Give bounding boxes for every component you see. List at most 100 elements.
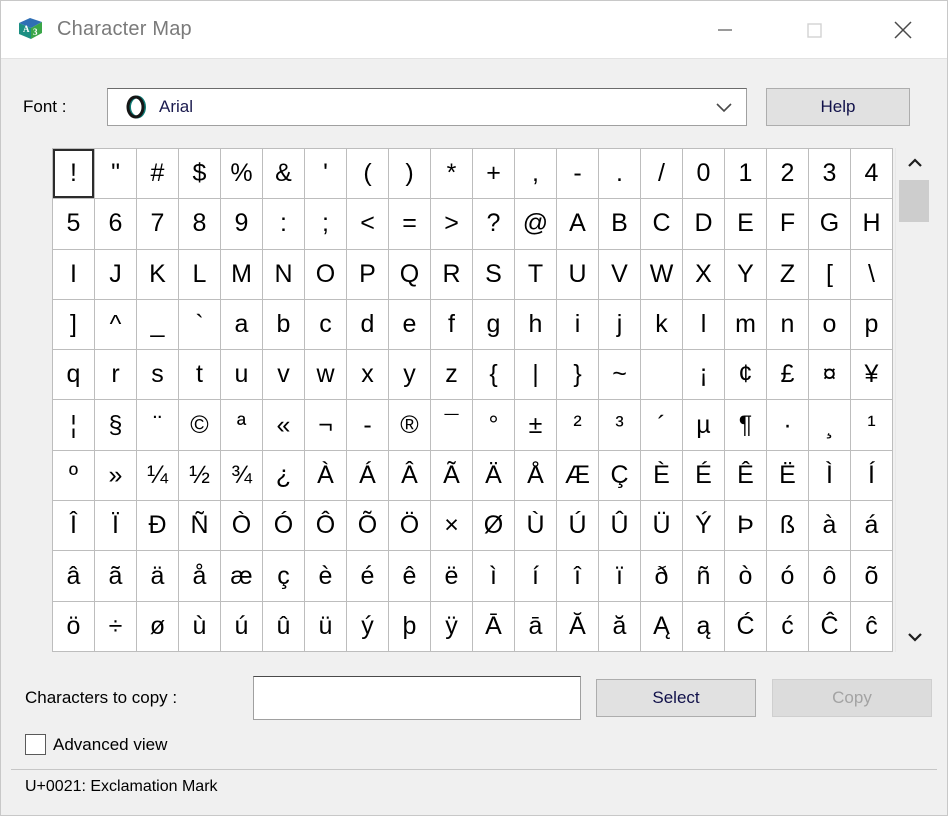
character-cell[interactable]: ç (262, 550, 305, 602)
chevron-down-icon[interactable] (702, 89, 746, 125)
character-cell[interactable]: Å (514, 449, 557, 502)
character-cell[interactable]: í (514, 550, 557, 602)
character-cell[interactable]: > (430, 198, 473, 250)
character-cell[interactable]: N (262, 248, 305, 300)
character-cell[interactable]: : (262, 198, 305, 250)
character-cell[interactable]: < (346, 198, 389, 250)
character-cell[interactable]: J (94, 248, 137, 300)
character-cell[interactable]: - (556, 147, 599, 200)
character-cell[interactable]: ÷ (94, 600, 137, 653)
help-button[interactable]: Help (766, 88, 910, 126)
character-cell[interactable] (640, 349, 683, 401)
character-cell[interactable]: i (556, 298, 599, 351)
character-cell[interactable]: ; (304, 198, 347, 250)
character-cell[interactable]: E (724, 198, 767, 250)
character-cell[interactable]: ) (388, 147, 431, 200)
close-button[interactable] (858, 1, 947, 58)
character-cell[interactable]: ü (304, 600, 347, 653)
character-cell[interactable]: « (262, 399, 305, 451)
character-cell[interactable]: { (472, 349, 515, 401)
character-cell[interactable]: 6 (94, 198, 137, 250)
character-cell[interactable]: õ (850, 550, 893, 602)
character-cell[interactable]: A (556, 198, 599, 250)
character-cell[interactable]: Ø (472, 500, 515, 552)
character-cell[interactable]: \ (850, 248, 893, 300)
character-cell[interactable]: Ö (388, 500, 431, 552)
character-cell[interactable]: Ć (724, 600, 767, 653)
character-cell[interactable]: j (598, 298, 641, 351)
character-cell[interactable]: 5 (52, 198, 95, 250)
character-cell[interactable]: Ā (472, 600, 515, 653)
character-cell[interactable]: X (682, 248, 725, 300)
character-cell[interactable]: c (304, 298, 347, 351)
character-cell[interactable]: Ã (430, 449, 473, 502)
character-cell[interactable]: x (346, 349, 389, 401)
character-cell[interactable]: r (94, 349, 137, 401)
scroll-down-button[interactable] (896, 622, 934, 652)
scroll-up-button[interactable] (896, 148, 934, 178)
character-cell[interactable]: ă (598, 600, 641, 653)
character-cell[interactable]: 0 (682, 147, 725, 200)
character-cell[interactable]: À (304, 449, 347, 502)
character-cell[interactable]: 3 (808, 147, 851, 200)
character-cell[interactable]: ! (52, 147, 95, 200)
character-cell[interactable]: â (52, 550, 95, 602)
character-cell[interactable]: * (430, 147, 473, 200)
character-cell[interactable]: 1 (724, 147, 767, 200)
character-cell[interactable]: ² (556, 399, 599, 451)
character-cell[interactable]: R (430, 248, 473, 300)
character-cell[interactable]: Ą (640, 600, 683, 653)
character-cell[interactable]: ñ (682, 550, 725, 602)
character-cell[interactable]: × (430, 500, 473, 552)
character-cell[interactable]: 8 (178, 198, 221, 250)
character-cell[interactable]: S (472, 248, 515, 300)
character-cell[interactable]: ¢ (724, 349, 767, 401)
character-cell[interactable]: H (850, 198, 893, 250)
character-cell[interactable]: ą (682, 600, 725, 653)
character-cell[interactable]: ý (346, 600, 389, 653)
character-cell[interactable]: u (220, 349, 263, 401)
character-cell[interactable]: ø (136, 600, 179, 653)
character-cell[interactable]: ä (136, 550, 179, 602)
character-cell[interactable]: ö (52, 600, 95, 653)
font-combobox[interactable]: Arial (107, 88, 747, 126)
character-cell[interactable]: & (262, 147, 305, 200)
character-cell[interactable]: á (850, 500, 893, 552)
character-cell[interactable]: ¼ (136, 449, 179, 502)
character-cell[interactable]: D (682, 198, 725, 250)
character-cell[interactable]: ` (178, 298, 221, 351)
character-cell[interactable]: à (808, 500, 851, 552)
character-cell[interactable]: ß (766, 500, 809, 552)
character-cell[interactable]: d (346, 298, 389, 351)
character-cell[interactable]: 7 (136, 198, 179, 250)
character-cell[interactable]: n (766, 298, 809, 351)
character-cell[interactable]: ò (724, 550, 767, 602)
character-cell[interactable]: © (178, 399, 221, 451)
character-cell[interactable]: Z (766, 248, 809, 300)
character-cell[interactable]: Y (724, 248, 767, 300)
character-cell[interactable]: k (640, 298, 683, 351)
character-cell[interactable]: ¥ (850, 349, 893, 401)
character-cell[interactable]: p (850, 298, 893, 351)
character-cell[interactable]: Ù (514, 500, 557, 552)
character-cell[interactable]: Ñ (178, 500, 221, 552)
character-cell[interactable]: Ý (682, 500, 725, 552)
character-cell[interactable]: K (136, 248, 179, 300)
character-cell[interactable]: ¾ (220, 449, 263, 502)
character-cell[interactable]: = (388, 198, 431, 250)
character-cell[interactable]: ú (220, 600, 263, 653)
character-cell[interactable]: ~ (598, 349, 641, 401)
character-cell[interactable]: Ó (262, 500, 305, 552)
character-cell[interactable]: ĉ (850, 600, 893, 653)
character-cell[interactable]: ê (388, 550, 431, 602)
character-cell[interactable]: Ë (766, 449, 809, 502)
advanced-view-row[interactable]: Advanced view (25, 734, 947, 755)
character-cell[interactable]: 9 (220, 198, 263, 250)
character-cell[interactable]: ° (472, 399, 515, 451)
character-cell[interactable]: Ă (556, 600, 599, 653)
character-cell[interactable]: È (640, 449, 683, 502)
character-cell[interactable]: m (724, 298, 767, 351)
character-cell[interactable]: ë (430, 550, 473, 602)
character-cell[interactable]: Ï (94, 500, 137, 552)
character-cell[interactable]: É (682, 449, 725, 502)
